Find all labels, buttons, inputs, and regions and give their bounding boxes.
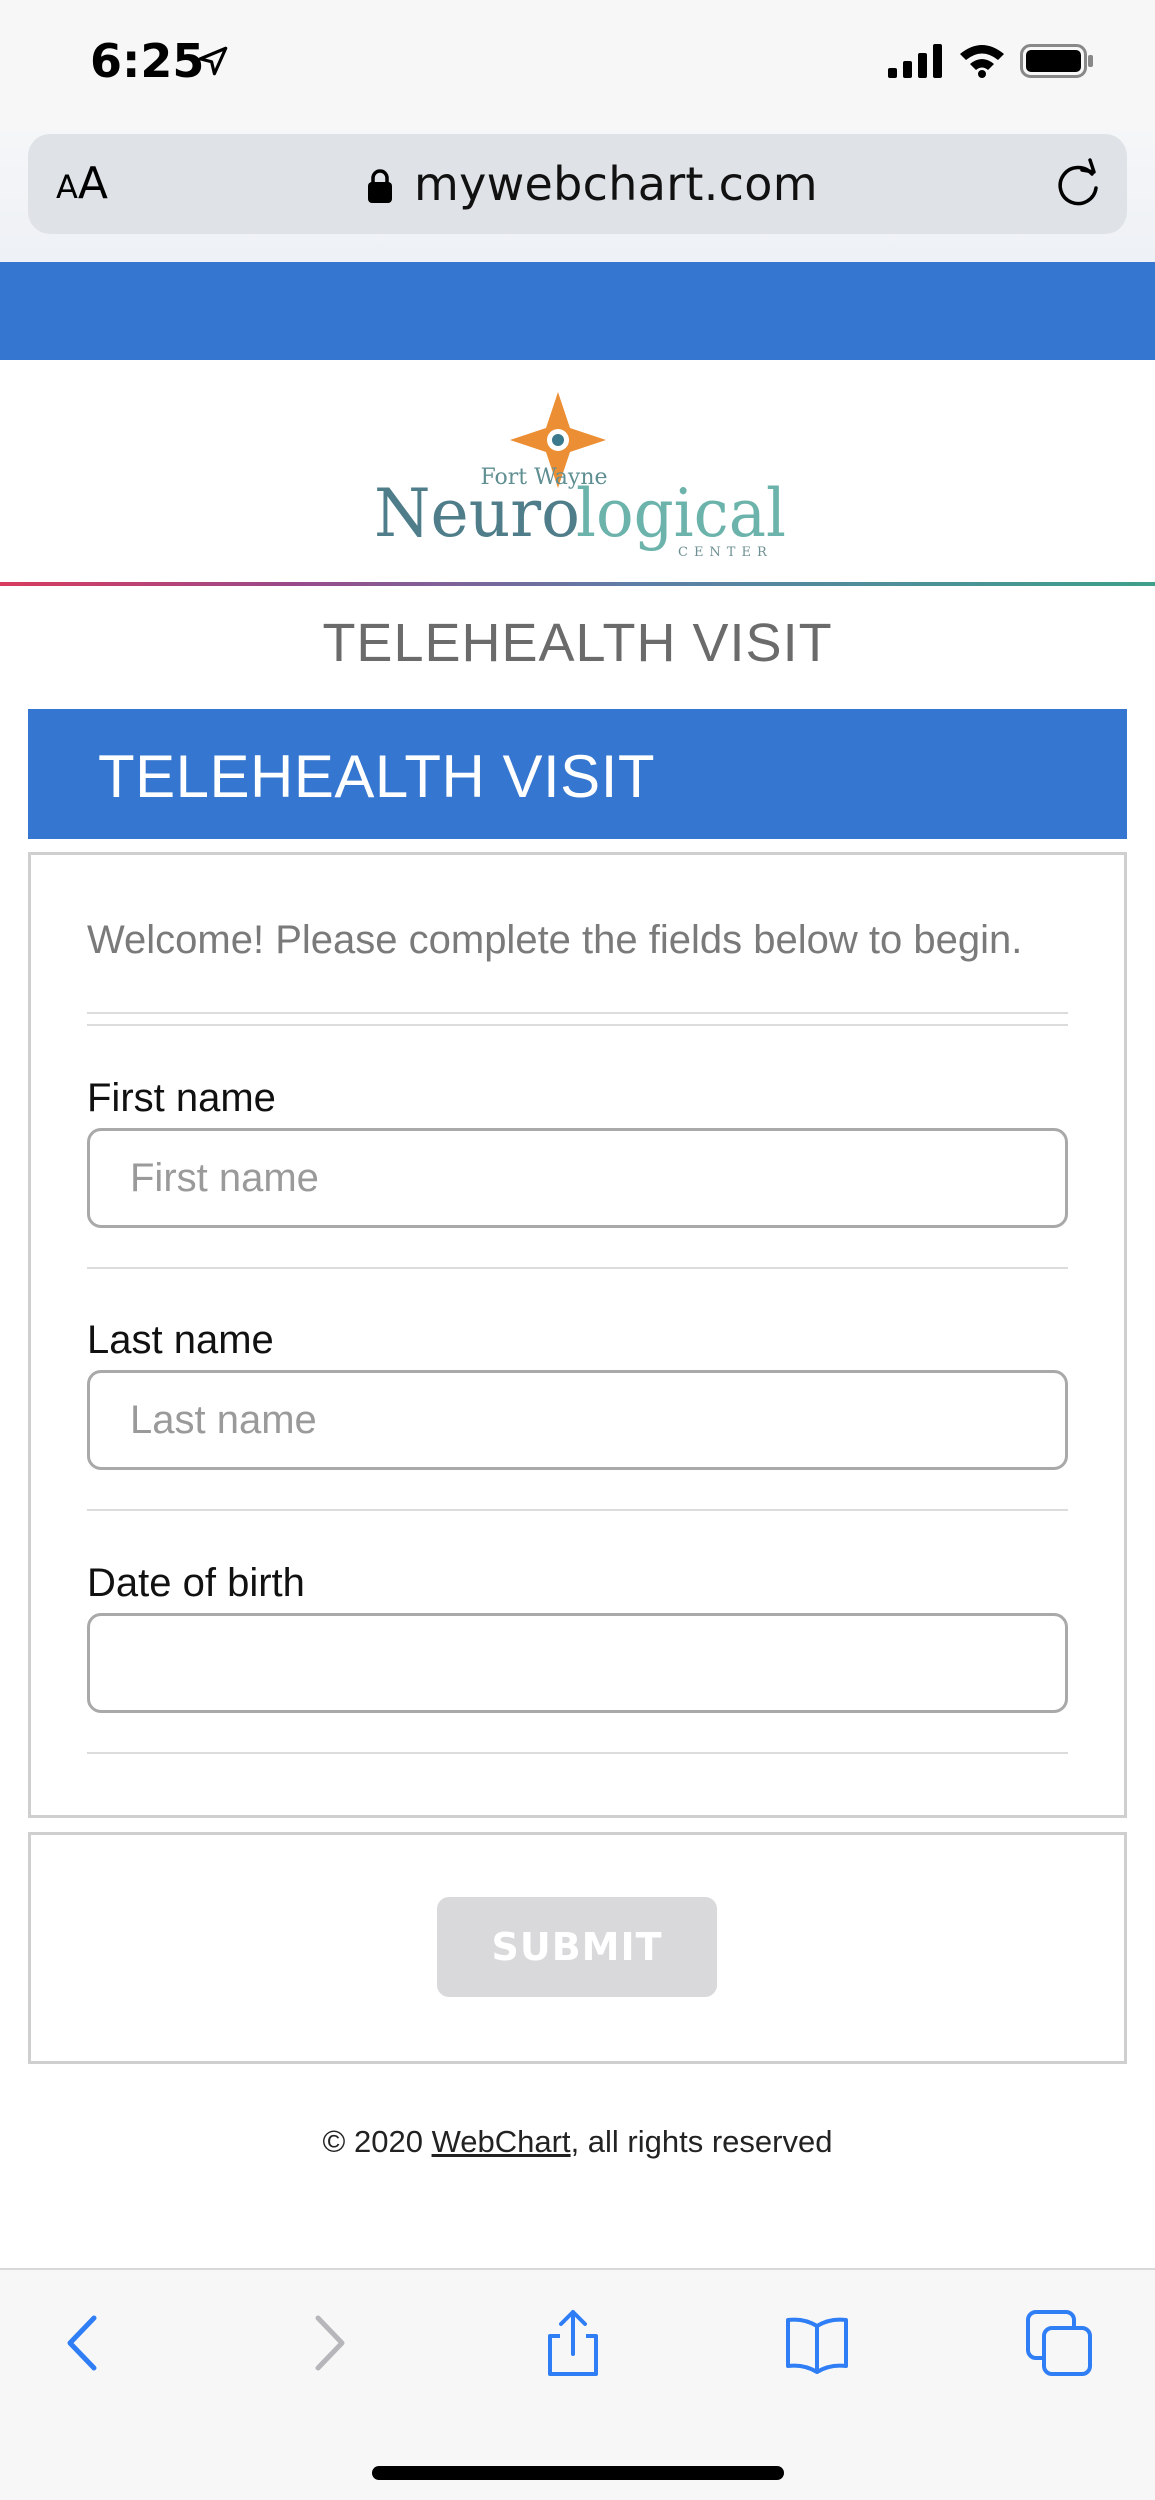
divider bbox=[87, 1024, 1068, 1026]
cellular-signal-icon bbox=[888, 44, 942, 78]
submit-button[interactable]: SUBMIT bbox=[437, 1897, 717, 1997]
divider bbox=[87, 1267, 1068, 1269]
section-title: TELEHEALTH VISIT bbox=[98, 743, 656, 810]
fort-wayne-neurological-logo: Fort Wayne Neuro logical CENTER bbox=[374, 392, 786, 560]
svg-text:CENTER: CENTER bbox=[678, 545, 773, 560]
share-icon[interactable] bbox=[538, 2308, 608, 2378]
text-size-button[interactable]: AA bbox=[56, 158, 108, 209]
wifi-icon bbox=[960, 45, 1004, 78]
date-of-birth-label: Date of birth bbox=[87, 1561, 305, 1605]
divider bbox=[87, 1012, 1068, 1014]
footer-suffix: , all rights reserved bbox=[570, 2124, 833, 2159]
footer-copyright: © 2020 WebChart, all rights reserved bbox=[0, 2124, 1155, 2160]
section-header: TELEHEALTH VISIT bbox=[28, 709, 1127, 839]
welcome-message: Welcome! Please complete the fields belo… bbox=[87, 918, 1023, 962]
divider bbox=[87, 1752, 1068, 1754]
first-name-field[interactable] bbox=[87, 1128, 1068, 1228]
status-time: 6:25 bbox=[90, 34, 205, 88]
tabs-icon[interactable] bbox=[1024, 2308, 1094, 2378]
lock-icon bbox=[368, 169, 392, 203]
first-name-label: First name bbox=[87, 1076, 276, 1120]
back-chevron-icon[interactable] bbox=[50, 2308, 120, 2378]
svg-text:Neuro: Neuro bbox=[374, 475, 580, 552]
home-indicator bbox=[372, 2466, 784, 2480]
divider bbox=[87, 1509, 1068, 1511]
header-band bbox=[0, 262, 1155, 360]
reload-icon[interactable] bbox=[1054, 158, 1102, 210]
date-of-birth-field[interactable] bbox=[87, 1613, 1068, 1713]
page-title: TELEHEALTH VISIT bbox=[322, 613, 833, 673]
text-size-small-glyph: A bbox=[56, 168, 78, 206]
url-text[interactable]: mywebchart.com bbox=[414, 157, 818, 211]
forward-chevron-icon[interactable] bbox=[292, 2308, 362, 2378]
footer-prefix: © 2020 bbox=[322, 2124, 432, 2159]
last-name-field[interactable] bbox=[87, 1370, 1068, 1470]
webchart-link[interactable]: WebChart bbox=[432, 2124, 571, 2159]
svg-text:logical: logical bbox=[576, 475, 786, 552]
location-arrow-icon bbox=[198, 46, 228, 76]
battery-icon bbox=[1020, 44, 1093, 78]
header-divider bbox=[0, 582, 1155, 586]
last-name-label: Last name bbox=[87, 1318, 274, 1362]
bookmarks-icon[interactable] bbox=[782, 2308, 852, 2378]
text-size-large-glyph: A bbox=[77, 158, 108, 209]
